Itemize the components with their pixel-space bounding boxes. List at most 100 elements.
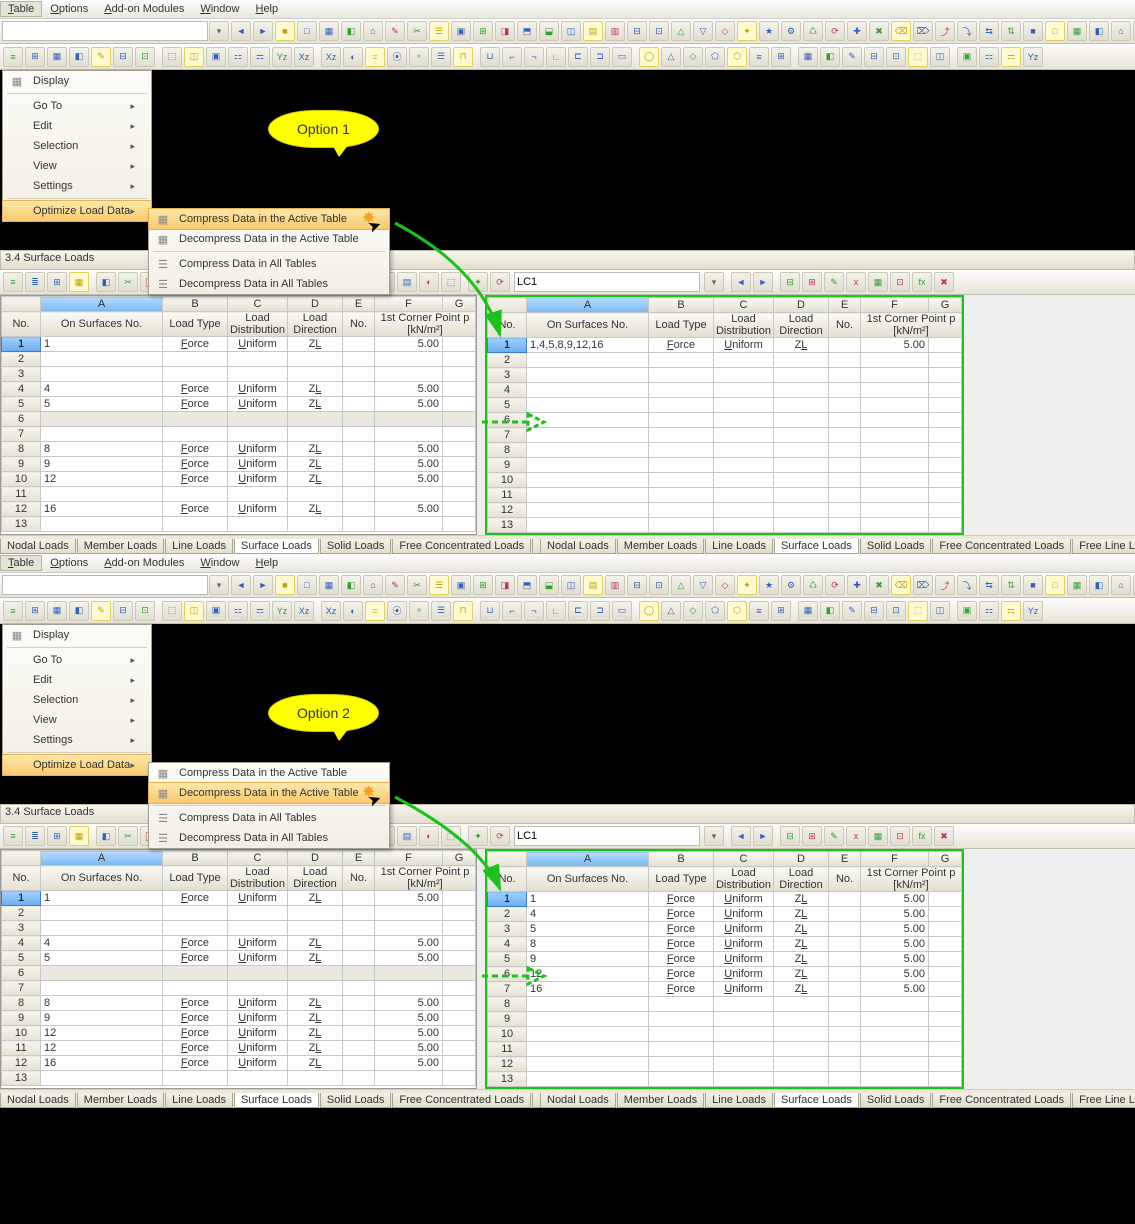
toolbar-icon[interactable]: ⤴: [935, 21, 955, 41]
load-case-combo[interactable]: [514, 272, 700, 292]
cell-load-dist[interactable]: [714, 353, 774, 368]
cell-corner-no[interactable]: [343, 1026, 375, 1041]
cell-corner-p[interactable]: 5.00: [861, 338, 929, 353]
toolbar-icon[interactable]: ◧: [69, 601, 89, 621]
toolbar-icon[interactable]: ⇆: [979, 575, 999, 595]
toolbar-icon[interactable]: ⊟: [627, 575, 647, 595]
cell-load-type[interactable]: Force: [163, 1026, 228, 1041]
cell-corner-no[interactable]: [343, 337, 375, 352]
cell-corner-no[interactable]: [829, 338, 861, 353]
cell-load-dir[interactable]: ZL: [288, 996, 343, 1011]
cell-load-dir[interactable]: ZL: [774, 952, 829, 967]
cell-g[interactable]: [929, 1012, 962, 1027]
cell-load-dir[interactable]: [288, 352, 343, 367]
nav-prev-icon[interactable]: ◄: [231, 575, 251, 595]
row-header[interactable]: 12: [2, 1056, 41, 1071]
cell-load-type[interactable]: [649, 458, 714, 473]
cell-corner-p[interactable]: 5.00: [375, 472, 443, 487]
nav-next-icon[interactable]: ►: [253, 575, 273, 595]
row-header[interactable]: 13: [488, 1072, 527, 1087]
nav-prev-icon[interactable]: ◄: [231, 21, 251, 41]
cell-load-dir[interactable]: [774, 1072, 829, 1087]
cell-surfaces[interactable]: [527, 1012, 649, 1027]
nav-prev-icon[interactable]: ◄: [731, 826, 751, 846]
table-toolbar-icon[interactable]: ◐: [419, 272, 439, 292]
cell-surfaces[interactable]: [527, 503, 649, 518]
cell-g[interactable]: [929, 368, 962, 383]
cell-load-type[interactable]: Force: [649, 982, 714, 997]
cell-g[interactable]: [443, 1026, 476, 1041]
cell-load-dist[interactable]: [228, 487, 288, 502]
menu-go-to[interactable]: Go To▸: [3, 96, 151, 116]
cell-g[interactable]: [929, 383, 962, 398]
col-header-C[interactable]: C: [714, 298, 774, 313]
toolbar-icon[interactable]: ◫: [184, 47, 204, 67]
row-header[interactable]: 9: [488, 1012, 527, 1027]
cell-corner-no[interactable]: [343, 367, 375, 382]
toolbar-icon[interactable]: ⤴: [935, 575, 955, 595]
cell-corner-p[interactable]: 5.00: [375, 1056, 443, 1071]
cell-load-dist[interactable]: [714, 413, 774, 428]
toolbar-icon[interactable]: ⊏: [568, 601, 588, 621]
toolbar-icon[interactable]: ⚬: [409, 47, 429, 67]
table-toolbar-icon[interactable]: ▦: [868, 826, 888, 846]
cell-g[interactable]: [443, 1041, 476, 1056]
cell-load-dir[interactable]: ZL: [774, 967, 829, 982]
cell-g[interactable]: [929, 1042, 962, 1057]
toolbar-icon[interactable]: ⚬: [409, 601, 429, 621]
row-header[interactable]: 12: [488, 503, 527, 518]
tab-line-loads[interactable]: Line Loads: [705, 539, 773, 554]
toolbar-icon[interactable]: ◇: [715, 575, 735, 595]
cell-load-type[interactable]: Force: [649, 952, 714, 967]
cell-load-dist[interactable]: [228, 352, 288, 367]
cell-load-dist[interactable]: Uniform: [714, 937, 774, 952]
cell-load-dist[interactable]: Uniform: [228, 502, 288, 517]
tab-free-line-loads[interactable]: Free Line Loads: [1072, 539, 1135, 554]
cell-g[interactable]: [929, 503, 962, 518]
cell-load-type[interactable]: Force: [649, 892, 714, 907]
cell-load-dir[interactable]: [288, 367, 343, 382]
toolbar-icon[interactable]: ⬓: [539, 21, 559, 41]
toolbar-icon[interactable]: ✂: [407, 21, 427, 41]
cell-load-dist[interactable]: Uniform: [714, 952, 774, 967]
cell-load-type[interactable]: [649, 353, 714, 368]
toolbar-icon[interactable]: ▥: [605, 21, 625, 41]
table-toolbar-icon[interactable]: ▤: [397, 826, 417, 846]
toolbar-icon[interactable]: ⊞: [771, 47, 791, 67]
toolbar-icon[interactable]: ⌂: [363, 575, 383, 595]
toolbar-icon[interactable]: ◧: [1089, 575, 1109, 595]
table-toolbar-icon[interactable]: ✦: [468, 272, 488, 292]
row-header[interactable]: 13: [488, 518, 527, 533]
cell-surfaces[interactable]: 9: [41, 457, 163, 472]
cell-g[interactable]: [443, 397, 476, 412]
toolbar-icon[interactable]: ▦: [798, 601, 818, 621]
cell-load-dir[interactable]: ZL: [288, 951, 343, 966]
toolbar-icon[interactable]: ⌦: [913, 575, 933, 595]
cell-g[interactable]: [929, 922, 962, 937]
toolbar-icon[interactable]: ✎: [385, 575, 405, 595]
table-toolbar-icon[interactable]: ≡: [3, 272, 23, 292]
row-header[interactable]: 4: [488, 937, 527, 952]
cell-load-type[interactable]: Force: [163, 1056, 228, 1071]
toolbar-icon[interactable]: ◨: [495, 575, 515, 595]
cell-corner-no[interactable]: [343, 921, 375, 936]
tab-nodal-loads[interactable]: Nodal Loads: [0, 1093, 76, 1108]
toolbar-icon[interactable]: ⬚: [908, 47, 928, 67]
cell-corner-no[interactable]: [829, 353, 861, 368]
cell-g[interactable]: [443, 936, 476, 951]
toolbar-icon[interactable]: ▦: [319, 575, 339, 595]
cell-corner-p[interactable]: 5.00: [375, 382, 443, 397]
cell-corner-no[interactable]: [343, 457, 375, 472]
cell-g[interactable]: [929, 443, 962, 458]
cell-corner-no[interactable]: [829, 1057, 861, 1072]
cell-load-dist[interactable]: Uniform: [714, 338, 774, 353]
col-header-F[interactable]: F: [375, 851, 443, 866]
cell-load-dist[interactable]: Uniform: [228, 337, 288, 352]
row-header[interactable]: 2: [2, 906, 41, 921]
toolbar-icon[interactable]: ⇆: [979, 21, 999, 41]
table-toolbar-icon[interactable]: ✎: [824, 826, 844, 846]
cell-g[interactable]: [443, 337, 476, 352]
toolbar-icon[interactable]: ⚙: [781, 575, 801, 595]
row-header[interactable]: 9: [2, 457, 41, 472]
cell-corner-no[interactable]: [829, 1012, 861, 1027]
